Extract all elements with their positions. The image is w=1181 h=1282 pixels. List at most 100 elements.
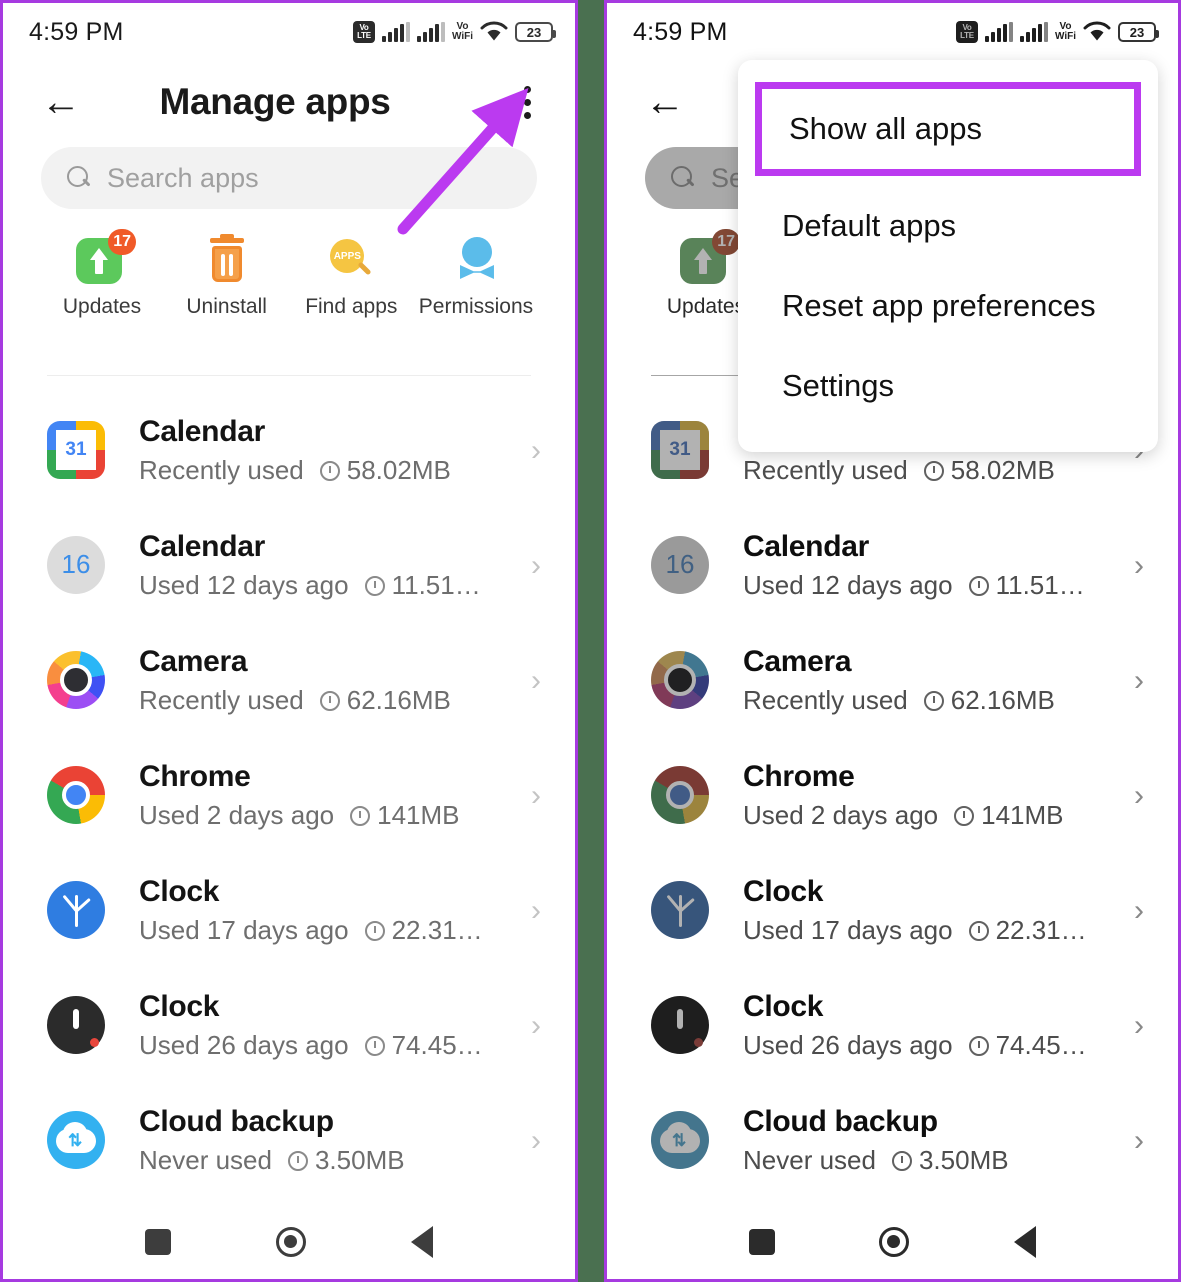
table-row[interactable]: 16 Calendar Used 12 days ago 11.51… › [3,508,575,623]
app-last-used: Never used [139,1145,272,1175]
signal-bars-sim1-icon [381,22,410,42]
chevron-right-icon[interactable]: › [531,434,541,468]
search-input[interactable]: Search apps [41,147,537,209]
app-name: Clock [139,990,220,1023]
table-row[interactable]: Camera Recently used 62.16MB › [3,623,575,738]
quick-action-updates[interactable]: 17 Updates [41,229,163,319]
clock-dark-icon [651,995,711,1056]
table-row[interactable]: Chrome Used 2 days ago 141MB › [607,738,1178,853]
clock-dark-icon [47,995,107,1056]
chevron-right-icon[interactable]: › [531,1009,541,1043]
app-name: Camera [139,645,248,678]
chevron-right-icon[interactable]: › [1134,1009,1144,1043]
updates-badge: 17 [108,229,136,255]
calendar-day-label: 16 [651,535,709,594]
app-last-used: Used 2 days ago [743,800,939,830]
system-nav-bar [3,1205,575,1279]
chevron-right-icon[interactable]: › [1134,779,1144,813]
volte-bottom-label: LTE [357,31,371,40]
calendar-day-label: 31 [56,429,96,470]
app-size: 11.51… [995,570,1085,600]
app-size-group: 141MB [350,800,460,831]
app-name: Chrome [743,760,855,793]
chrome-icon [651,765,711,826]
quick-action-permissions[interactable]: Permissions [415,235,537,319]
recents-square-icon[interactable] [145,1229,172,1255]
google-calendar-icon: 31 [47,420,107,481]
app-info: Chrome Used 2 days ago 141MB [743,760,1122,831]
app-info: Calendar Used 12 days ago 11.51… [743,530,1122,601]
app-last-used: Used 2 days ago [139,800,335,830]
app-info: Camera Recently used 62.16MB [139,645,519,716]
app-last-used: Used 12 days ago [743,570,953,600]
app-size-group: 74.45… [968,1030,1087,1061]
chevron-right-icon[interactable]: › [531,549,541,583]
back-triangle-icon[interactable] [410,1226,433,1258]
app-meta: Used 2 days ago 141MB [139,800,519,831]
chevron-right-icon[interactable]: › [531,664,541,698]
table-row[interactable]: Clock Used 26 days ago 74.45… › [607,968,1178,1083]
menu-item-reset-app-preferences[interactable]: Reset app preferences [738,266,1158,346]
app-size: 62.16MB [346,685,451,715]
app-size: 62.16MB [950,685,1055,715]
table-row[interactable]: ⇅ Cloud backup Never used 3.50MB › [607,1083,1178,1198]
trash-icon [201,234,253,287]
cloud-backup-icon: ⇅ [47,1110,107,1171]
battery-level-label: 23 [526,24,542,40]
quick-action-uninstall[interactable]: Uninstall [166,234,288,319]
table-row[interactable]: Clock Used 26 days ago 74.45… › [3,968,575,1083]
chevron-right-icon[interactable]: › [1134,894,1144,928]
chevron-right-icon[interactable]: › [1134,1124,1144,1158]
menu-item-default-apps[interactable]: Default apps [738,186,1158,266]
menu-item-show-all-apps[interactable]: Show all apps [755,82,1141,176]
wifi-icon [480,21,508,41]
app-list: 31 Calendar Recently used 58.02MB [607,393,1178,1198]
section-divider [47,375,531,376]
app-last-used: Recently used [139,685,304,715]
table-row[interactable]: ⇅ Cloud backup Never used 3.50MB › [3,1083,575,1198]
app-last-used: Used 17 days ago [743,915,953,945]
phone-screenshot-right: 4:59 PM Vo LTE Vo WiFi 23 ← 17 Updates 3… [604,0,1181,1282]
storage-clock-icon [319,690,340,711]
app-size-group: 62.16MB [923,685,1055,716]
signal-bars-sim1-icon [984,22,1013,42]
app-info: Chrome Used 2 days ago 141MB [139,760,519,831]
home-circle-icon[interactable] [275,1227,306,1257]
kebab-menu-icon[interactable] [497,85,557,119]
chevron-right-icon[interactable]: › [1134,549,1144,583]
table-row[interactable]: Chrome Used 2 days ago 141MB › [3,738,575,853]
table-row[interactable]: Camera Recently used 62.16MB › [607,623,1178,738]
quick-actions-row: 17 Updates Uninstall APPS [41,229,537,345]
table-row[interactable]: 16 Calendar Used 12 days ago 11.51… › [607,508,1178,623]
calendar-day-label: 16 [47,535,105,594]
app-name: Camera [743,645,852,678]
camera-icon [651,650,711,711]
table-row[interactable]: Clock Used 17 days ago 22.31… › [3,853,575,968]
chevron-right-icon[interactable]: › [531,894,541,928]
chevron-right-icon[interactable]: › [1134,664,1144,698]
find-apps-icon: APPS [325,235,377,287]
menu-item-settings[interactable]: Settings [738,346,1158,426]
left-screen: 4:59 PM Vo LTE Vo WiFi 23 ← Manage apps … [3,3,575,1279]
storage-clock-icon [968,920,989,941]
home-circle-icon[interactable] [879,1227,910,1257]
app-meta: Never used 3.50MB [743,1145,1122,1176]
app-meta: Used 26 days ago 74.45… [139,1030,519,1061]
back-triangle-icon[interactable] [1013,1226,1036,1258]
app-last-used: Recently used [139,455,304,485]
recents-square-icon[interactable] [749,1229,776,1255]
app-size-group: 22.31… [968,915,1087,946]
quick-action-find-apps[interactable]: APPS Find apps [290,235,412,319]
app-last-used: Used 12 days ago [139,570,349,600]
app-size-group: 141MB [954,800,1064,831]
menu-item-label: Show all apps [789,111,983,146]
chevron-right-icon[interactable]: › [531,779,541,813]
table-row[interactable]: Clock Used 17 days ago 22.31… › [607,853,1178,968]
chevron-right-icon[interactable]: › [531,1124,541,1158]
app-size: 58.02MB [950,455,1055,485]
quick-action-label: Uninstall [186,295,267,318]
table-row[interactable]: 31 Calendar Recently used 58.02MB › [3,393,575,508]
app-meta: Used 12 days ago 11.51… [743,570,1122,601]
app-info: Cloud backup Never used 3.50MB [743,1105,1122,1176]
storage-clock-icon [968,1035,989,1056]
